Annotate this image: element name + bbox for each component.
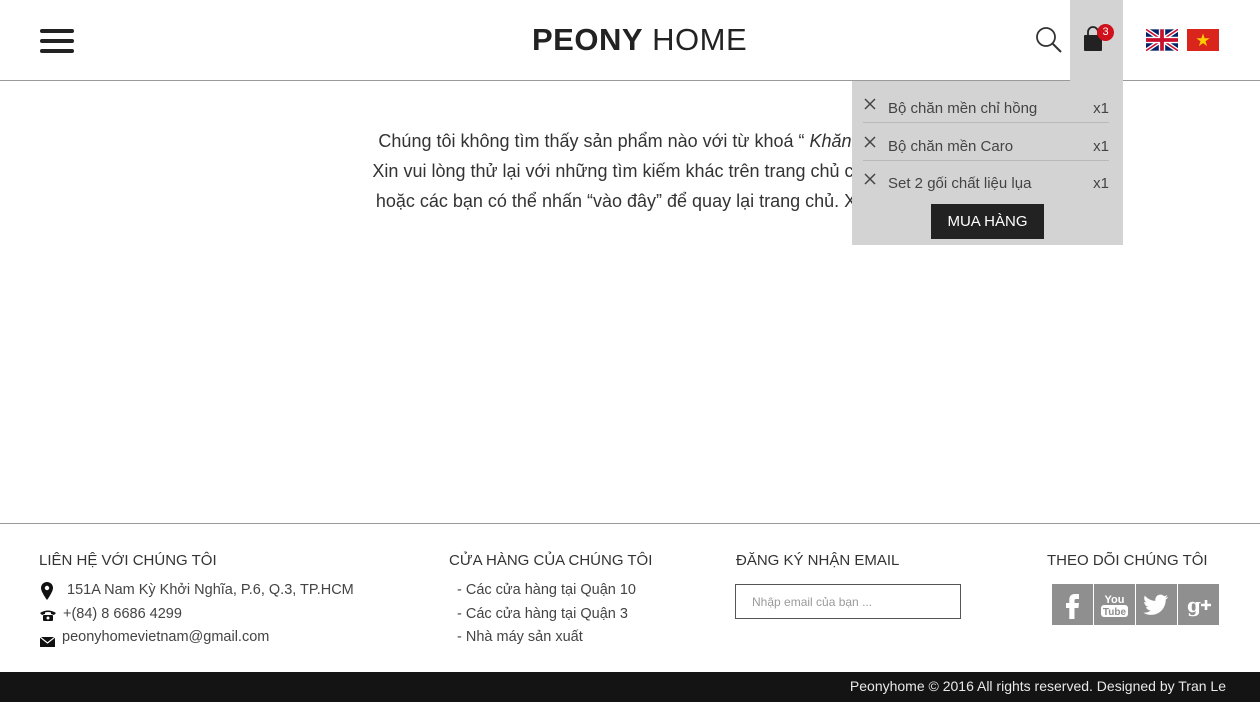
svg-text:g: g xyxy=(1187,593,1201,617)
map-pin-icon xyxy=(41,582,53,605)
cart-item-qty: x1 xyxy=(1093,175,1109,192)
svg-text:You: You xyxy=(1105,594,1125,606)
newsletter-heading: ĐĂNG KÝ NHẬN EMAIL xyxy=(736,552,900,569)
newsletter-email-input[interactable] xyxy=(735,584,961,619)
follow-heading: THEO DÕI CHÚNG TÔI xyxy=(1047,552,1208,569)
store-link[interactable]: - Các cửa hàng tại Quận 10 xyxy=(457,582,636,598)
checkout-button[interactable]: MUA HÀNG xyxy=(931,204,1044,239)
cart-item: Bộ chăn mền chỉ hồng x1 xyxy=(863,86,1109,123)
site-footer: LIÊN HỆ VỚI CHÚNG TÔI 151A Nam Kỳ Khởi N… xyxy=(0,523,1260,672)
site-header: PEONY HOME 3 xyxy=(0,0,1260,81)
phone-icon xyxy=(40,608,56,626)
cart-dropdown: Bộ chăn mền chỉ hồng x1 Bộ chăn mền Caro… xyxy=(852,81,1123,245)
twitter-icon[interactable] xyxy=(1136,584,1177,625)
cart-item-qty: x1 xyxy=(1093,138,1109,155)
contact-address: 151A Nam Kỳ Khởi Nghĩa, P.6, Q.3, TP.HCM xyxy=(67,582,354,598)
hamburger-menu-icon[interactable] xyxy=(40,29,74,53)
store-link[interactable]: - Các cửa hàng tại Quận 3 xyxy=(457,606,628,622)
cart-count-badge: 3 xyxy=(1097,24,1114,41)
contact-email[interactable]: peonyhomevietnam@gmail.com xyxy=(62,629,269,645)
search-icon[interactable] xyxy=(1035,26,1063,54)
vietnam-flag-icon[interactable] xyxy=(1187,29,1219,51)
logo-bold-text: PEONY xyxy=(532,22,644,57)
cart-item: Set 2 gối chất liệu lụa x1 xyxy=(863,161,1109,198)
copyright-text: Peonyhome © 2016 All rights reserved. De… xyxy=(849,678,1226,694)
facebook-icon[interactable] xyxy=(1052,584,1093,625)
logo-light-text: HOME xyxy=(652,22,748,57)
cart-item-qty: x1 xyxy=(1093,100,1109,117)
stores-heading: CỬA HÀNG CỦA CHÚNG TÔI xyxy=(449,552,653,569)
store-link[interactable]: - Nhà máy sản xuất xyxy=(457,629,583,645)
youtube-icon[interactable]: You Tube xyxy=(1094,584,1135,625)
remove-item-close-icon[interactable] xyxy=(863,135,877,149)
cart-item: Bộ chăn mền Caro x1 xyxy=(863,124,1109,161)
contact-phone[interactable]: +(84) 8 6686 4299 xyxy=(63,606,182,622)
message-line-1-text: Chúng tôi không tìm thấy sản phẩm nào vớ… xyxy=(378,131,810,151)
uk-flag-icon[interactable] xyxy=(1146,29,1178,51)
cart-item-name[interactable]: Set 2 gối chất liệu lụa xyxy=(888,175,1031,192)
remove-item-close-icon[interactable] xyxy=(863,172,877,186)
remove-item-close-icon[interactable] xyxy=(863,97,877,111)
contact-heading: LIÊN HỆ VỚI CHÚNG TÔI xyxy=(39,552,217,569)
svg-text:Tube: Tube xyxy=(1103,607,1127,618)
site-logo[interactable]: PEONY HOME xyxy=(532,22,747,58)
cart-button[interactable]: 3 xyxy=(1070,0,1123,81)
google-plus-icon[interactable]: g xyxy=(1178,584,1219,625)
cart-item-name[interactable]: Bộ chăn mền Caro xyxy=(888,138,1013,155)
mail-icon xyxy=(39,634,56,652)
cart-item-name[interactable]: Bộ chăn mền chỉ hồng xyxy=(888,100,1037,117)
copyright-bar: Peonyhome © 2016 All rights reserved. De… xyxy=(0,672,1260,702)
